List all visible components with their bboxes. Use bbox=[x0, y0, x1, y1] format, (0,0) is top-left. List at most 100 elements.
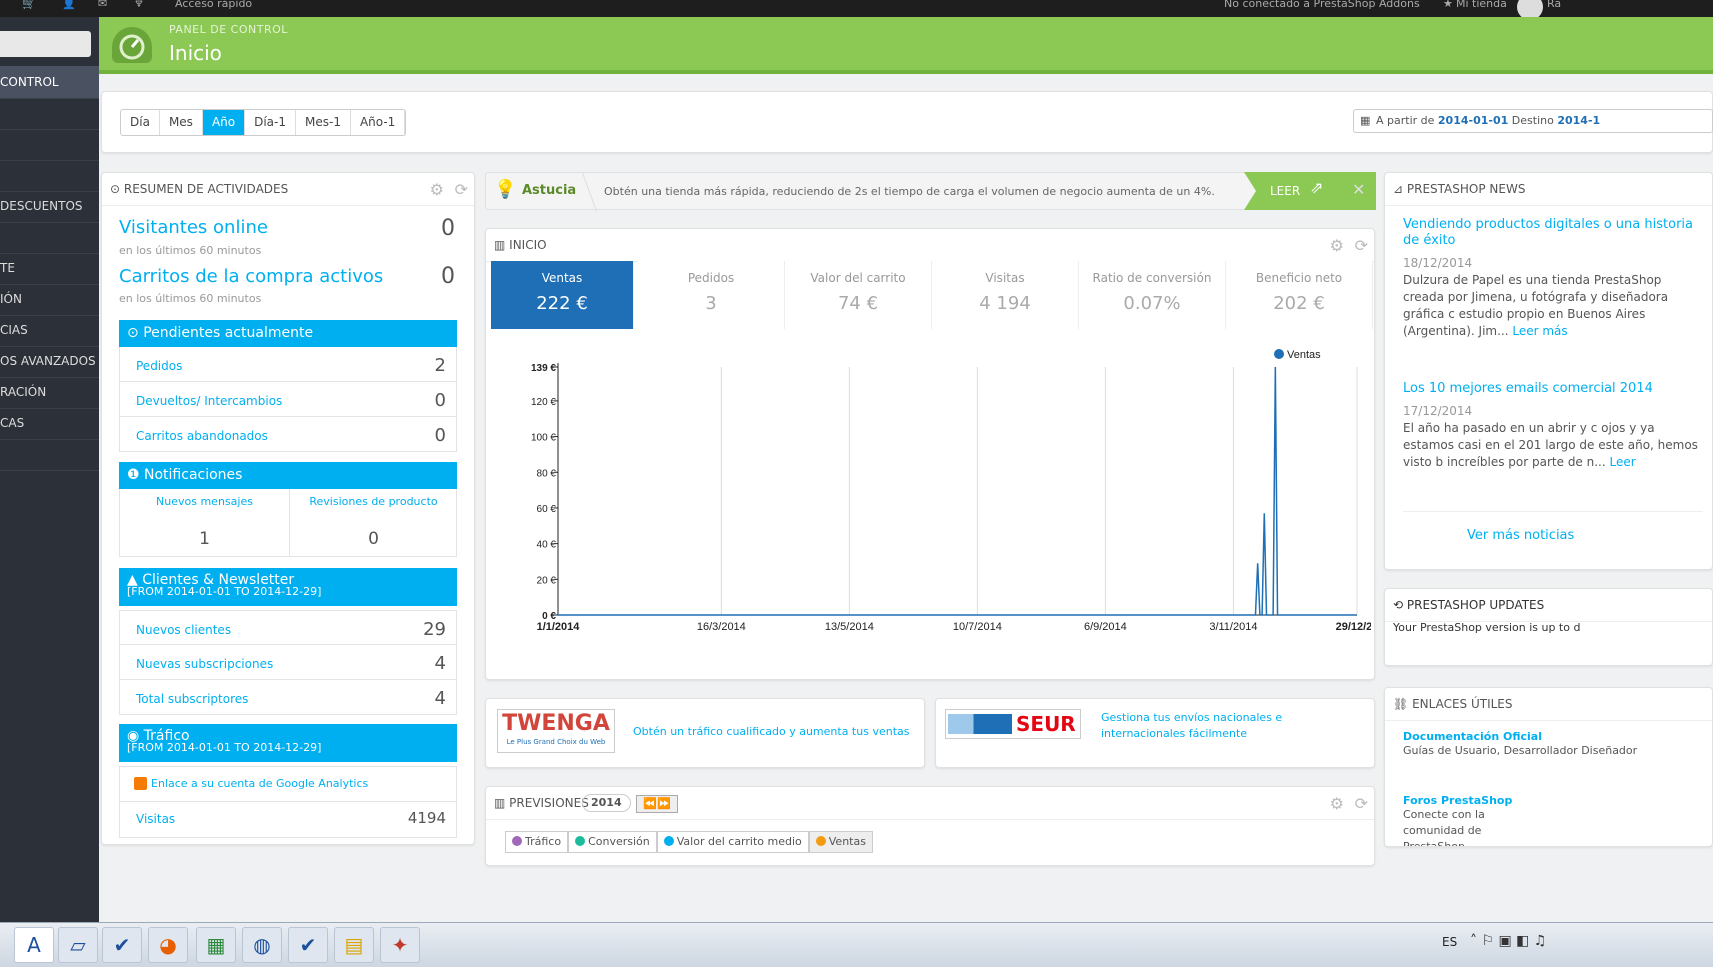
kpi-tab[interactable]: Beneficio neto 202 € bbox=[1226, 261, 1373, 329]
forecast-tab[interactable]: Tráfico bbox=[505, 831, 569, 853]
seur-text[interactable]: Gestiona tus envíos nacionales e interna… bbox=[1101, 710, 1301, 742]
user-icon[interactable]: 👤 bbox=[62, 0, 76, 10]
my-shop-link[interactable]: Mi tienda bbox=[1456, 0, 1507, 10]
check-app-icon[interactable]: ✔ bbox=[288, 927, 328, 963]
pending-label[interactable]: Pedidos bbox=[136, 359, 182, 373]
period-tab[interactable]: Año-1 bbox=[351, 110, 406, 135]
year-nav-buttons[interactable]: ⏪⏩ bbox=[636, 795, 678, 813]
link-item-title[interactable]: Foros PrestaShop bbox=[1403, 794, 1703, 807]
sidebar-item[interactable]: TE bbox=[0, 252, 99, 285]
period-tab[interactable]: Año bbox=[202, 110, 246, 135]
clients-label[interactable]: Nuevos clientes bbox=[136, 623, 231, 637]
x-tick-label: 13/5/2014 bbox=[825, 621, 874, 633]
period-tab[interactable]: Mes-1 bbox=[296, 110, 351, 135]
read-more-link[interactable]: Leer más bbox=[1512, 324, 1567, 338]
sidebar-item[interactable] bbox=[0, 97, 99, 130]
period-tab[interactable]: Mes bbox=[160, 110, 203, 135]
more-news-link[interactable]: Ver más noticias bbox=[1467, 528, 1574, 543]
online-visitors-label[interactable]: Visitantes online bbox=[119, 217, 268, 238]
visits-label[interactable]: Visitas bbox=[136, 812, 175, 826]
forecast-tabs: Tráfico Conversión Valor del carrito medio… bbox=[505, 831, 873, 853]
kpi-tab[interactable]: Pedidos 3 bbox=[638, 261, 785, 329]
cart-icon[interactable]: 🛒 bbox=[22, 0, 36, 10]
kpi-tab[interactable]: Visitas 4 194 bbox=[932, 261, 1079, 329]
trophy-icon[interactable]: ♆ bbox=[134, 0, 144, 10]
app-icon[interactable]: ✦ bbox=[380, 927, 420, 963]
refresh-icon[interactable]: ⟳ bbox=[455, 173, 468, 206]
sidebar-item[interactable]: CONTROL bbox=[0, 66, 99, 99]
settings-icon[interactable]: ⚙ bbox=[430, 173, 444, 206]
pending-label[interactable]: Devueltos/ Intercambios bbox=[136, 394, 282, 408]
folder-icon[interactable]: ▤ bbox=[334, 927, 374, 963]
forecast-title: PREVISIONES bbox=[509, 796, 589, 810]
close-icon[interactable]: ✕ bbox=[1352, 180, 1365, 199]
sidebar-item[interactable]: OS AVANZADOS bbox=[0, 345, 99, 378]
quick-access[interactable]: Acceso rápido bbox=[175, 0, 252, 10]
sidebar-item[interactable]: CAS bbox=[0, 407, 99, 440]
sidebar-item[interactable] bbox=[0, 159, 99, 192]
twenga-text[interactable]: Obtén un tráfico cualificado y aumenta t… bbox=[633, 725, 909, 738]
product-reviews-label[interactable]: Revisiones de producto bbox=[289, 495, 458, 508]
news-item-title[interactable]: Los 10 mejores emails comercial 2014 bbox=[1403, 381, 1703, 397]
analytics-row[interactable]: Enlace a su cuenta de Google Analytics bbox=[119, 766, 457, 802]
check-app-icon[interactable]: ✔ bbox=[102, 927, 142, 963]
forecast-tab[interactable]: Valor del carrito medio bbox=[656, 831, 809, 853]
sidebar-item[interactable] bbox=[0, 221, 99, 254]
kpi-label: Beneficio neto bbox=[1255, 271, 1343, 285]
seur-logo[interactable]: SEUR bbox=[945, 709, 1081, 739]
sidebar-item[interactable]: RACIÓN bbox=[0, 376, 99, 409]
sidebar-item[interactable]: DESCUENTOS bbox=[0, 190, 99, 223]
active-carts-label[interactable]: Carritos de la compra activos bbox=[119, 266, 383, 287]
inicio-header: ▥ INICIO ⚙ ⟳ bbox=[486, 229, 1374, 262]
date-range-picker[interactable]: ▦ A partir de 2014-01-01 Destino 2014-1 bbox=[1353, 109, 1713, 133]
sidebar-item[interactable] bbox=[0, 128, 99, 161]
clients-label[interactable]: Total subscriptores bbox=[136, 692, 248, 706]
pending-row[interactable]: Carritos abandonados 0 bbox=[119, 417, 457, 452]
read-more-link[interactable]: Leer bbox=[1610, 455, 1636, 469]
sidebar-item[interactable]: CIAS bbox=[0, 314, 99, 347]
refresh-icon[interactable]: ⟳ bbox=[1355, 787, 1368, 820]
kpi-tab[interactable]: Valor del carrito 74 € bbox=[785, 261, 932, 329]
spreadsheet-icon[interactable]: ▦ bbox=[196, 927, 236, 963]
forecast-tab[interactable]: Conversión bbox=[568, 831, 657, 853]
user-name[interactable]: Ra bbox=[1547, 0, 1561, 10]
new-messages-label[interactable]: Nuevos mensajes bbox=[120, 495, 289, 508]
kpi-tab[interactable]: Ventas 222 € bbox=[491, 261, 634, 329]
link-item[interactable]: Documentación Oficial Guías de Usuario, … bbox=[1403, 730, 1703, 759]
twenga-logo[interactable]: TWENGA Le Plus Grand Choix du Web bbox=[497, 709, 615, 753]
sidebar-item[interactable]: IÓN bbox=[0, 283, 99, 316]
clients-row[interactable]: Nuevas subscripciones 4 bbox=[119, 645, 457, 680]
breadcrumb[interactable]: PANEL DE CONTROL bbox=[169, 23, 288, 36]
clients-row[interactable]: Nuevos clientes 29 bbox=[119, 610, 457, 645]
period-tab[interactable]: Día-1 bbox=[245, 110, 296, 135]
thunderbird-icon[interactable]: ◍ bbox=[242, 927, 282, 963]
kpi-tab[interactable]: Ratio de conversión 0.07% bbox=[1079, 261, 1226, 329]
settings-icon[interactable]: ⚙ bbox=[1330, 787, 1344, 820]
forecast-tab[interactable]: Ventas bbox=[808, 831, 873, 853]
pending-row[interactable]: Devueltos/ Intercambios 0 bbox=[119, 382, 457, 417]
refresh-icon[interactable]: ⟳ bbox=[1355, 229, 1368, 262]
analytics-link[interactable]: Enlace a su cuenta de Google Analytics bbox=[151, 777, 368, 790]
addons-status[interactable]: No conectado a PrestaShop Addons bbox=[1224, 0, 1420, 10]
tip-bar: 💡 Astucia Obtén una tienda más rápida, r… bbox=[485, 172, 1376, 211]
period-tab[interactable]: Día bbox=[121, 110, 160, 135]
pending-label[interactable]: Carritos abandonados bbox=[136, 429, 268, 443]
notepad-icon[interactable]: ▱ bbox=[58, 927, 98, 963]
read-tip-button[interactable]: LEER ⇗ ✕ bbox=[1244, 172, 1376, 210]
sidebar-item[interactable] bbox=[0, 438, 99, 471]
pending-row[interactable]: Pedidos 2 bbox=[119, 347, 457, 382]
font-app-icon[interactable]: A bbox=[14, 927, 54, 963]
tray-icons[interactable]: ˄ ⚐ ▣ ◧ ♫ bbox=[1470, 933, 1546, 949]
mail-icon[interactable]: ✉ bbox=[98, 0, 107, 10]
clients-label[interactable]: Nuevas subscripciones bbox=[136, 657, 273, 671]
pending-value: 2 bbox=[434, 355, 446, 376]
link-item-title[interactable]: Documentación Oficial bbox=[1403, 730, 1703, 743]
settings-icon[interactable]: ⚙ bbox=[1330, 229, 1344, 262]
sidebar-search-input[interactable] bbox=[0, 31, 91, 57]
link-item[interactable]: Foros PrestaShop Conecte con la comunida… bbox=[1403, 794, 1703, 846]
series-dot-icon bbox=[575, 836, 586, 846]
firefox-icon[interactable]: ◕ bbox=[148, 927, 188, 963]
clients-row[interactable]: Total subscriptores 4 bbox=[119, 680, 457, 715]
language-indicator[interactable]: ES bbox=[1442, 935, 1457, 949]
news-item-title[interactable]: Vendiendo productos digitales o una hist… bbox=[1403, 217, 1703, 249]
